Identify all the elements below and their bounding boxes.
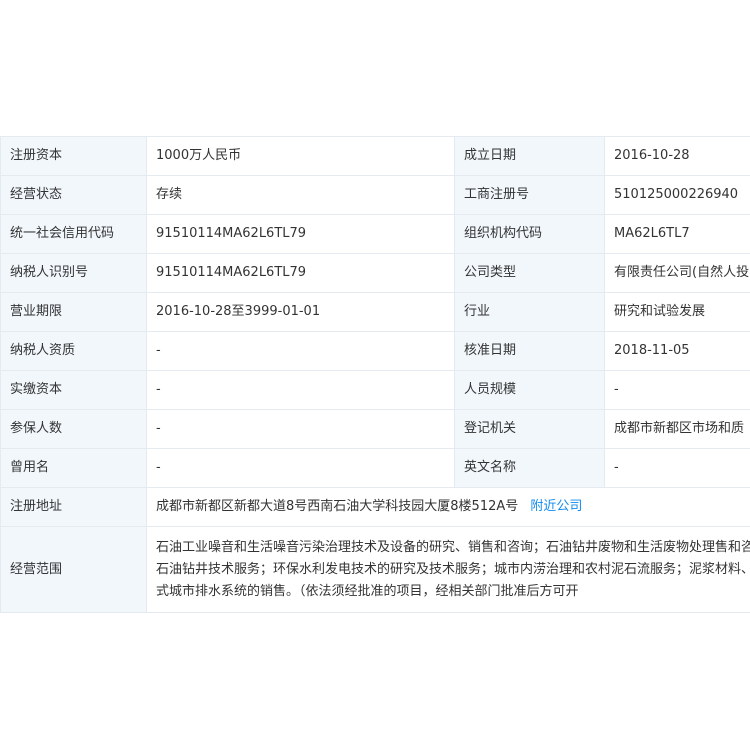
info-row: 参保人数 - 登记机关 成都市新都区市场和质 — [0, 409, 750, 449]
field-value: - — [146, 331, 455, 371]
info-row: 纳税人资质 - 核准日期 2018-11-05 — [0, 331, 750, 371]
field-value: 91510114MA62L6TL79 — [146, 214, 455, 254]
address-value-cell: 成都市新都区新都大道8号西南石油大学科技园大厦8楼512A号 附近公司 — [146, 487, 750, 527]
info-row: 注册资本 1000万人民币 成立日期 2016-10-28 — [0, 136, 750, 176]
company-info-table: 注册资本 1000万人民币 成立日期 2016-10-28 经营状态 存续 工商注册号 510… — [0, 136, 750, 613]
field-label: 纳税人识别号 — [0, 253, 147, 293]
field-value: 2016-10-28至3999-01-01 — [146, 292, 455, 332]
field-label: 经营状态 — [0, 175, 147, 215]
company-info-table-wrapper: 注册资本 1000万人民币 成立日期 2016-10-28 经营状态 存续 工商注册号 510… — [0, 136, 750, 613]
address-value: 成都市新都区新都大道8号西南石油大学科技园大厦8楼512A号 — [156, 499, 519, 514]
field-label: 纳税人资质 — [0, 331, 147, 371]
field-label: 人员规模 — [454, 370, 605, 410]
field-value: 研究和试验发展 — [604, 292, 750, 332]
field-value: - — [604, 370, 750, 410]
field-value: 91510114MA62L6TL79 — [146, 253, 455, 293]
field-value: 2016-10-28 — [604, 136, 750, 176]
info-row: 统一社会信用代码 91510114MA62L6TL79 组织机构代码 MA62L6TL… — [0, 214, 750, 254]
info-row-scope: 经营范围 石油工业噪音和生活噪音污染治理技术及设备的研究、销售和咨询；石油钻井废… — [0, 526, 750, 613]
field-value: - — [146, 370, 455, 410]
business-scope-label: 经营范围 — [0, 526, 147, 613]
field-value: - — [604, 448, 750, 488]
field-label: 公司类型 — [454, 253, 605, 293]
field-value: 1000万人民币 — [146, 136, 455, 176]
info-row: 经营状态 存续 工商注册号 510125000226940 — [0, 175, 750, 215]
info-row: 营业期限 2016-10-28至3999-01-01 行业 研究和试验发展 — [0, 292, 750, 332]
field-value: MA62L6TL7 — [604, 214, 750, 254]
field-label: 英文名称 — [454, 448, 605, 488]
business-scope-value: 石油工业噪音和生活噪音污染治理技术及设备的研究、销售和咨询；石油钻井废物和生活废… — [146, 526, 750, 613]
field-label: 行业 — [454, 292, 605, 332]
field-value: 成都市新都区市场和质 — [604, 409, 750, 449]
field-label: 成立日期 — [454, 136, 605, 176]
field-label: 参保人数 — [0, 409, 147, 449]
field-value: - — [146, 409, 455, 449]
address-label: 注册地址 — [0, 487, 147, 527]
field-label: 实缴资本 — [0, 370, 147, 410]
field-label: 组织机构代码 — [454, 214, 605, 254]
info-row: 实缴资本 - 人员规模 - — [0, 370, 750, 410]
nearby-companies-link[interactable]: 附近公司 — [530, 499, 582, 514]
info-row-address: 注册地址 成都市新都区新都大道8号西南石油大学科技园大厦8楼512A号 附近公司 — [0, 487, 750, 527]
info-row: 曾用名 - 英文名称 - — [0, 448, 750, 488]
field-label: 统一社会信用代码 — [0, 214, 147, 254]
field-value: 510125000226940 — [604, 175, 750, 215]
field-label: 曾用名 — [0, 448, 147, 488]
field-label: 注册资本 — [0, 136, 147, 176]
field-label: 工商注册号 — [454, 175, 605, 215]
field-label: 营业期限 — [0, 292, 147, 332]
field-value: 有限责任公司(自然人投 — [604, 253, 750, 293]
info-row: 纳税人识别号 91510114MA62L6TL79 公司类型 有限责任公司(自然人投 — [0, 253, 750, 293]
field-value: 存续 — [146, 175, 455, 215]
field-value: - — [146, 448, 455, 488]
field-label: 核准日期 — [454, 331, 605, 371]
company-info-table-body: 注册资本 1000万人民币 成立日期 2016-10-28 经营状态 存续 工商注册号 510… — [0, 136, 750, 613]
field-value: 2018-11-05 — [604, 331, 750, 371]
field-label: 登记机关 — [454, 409, 605, 449]
